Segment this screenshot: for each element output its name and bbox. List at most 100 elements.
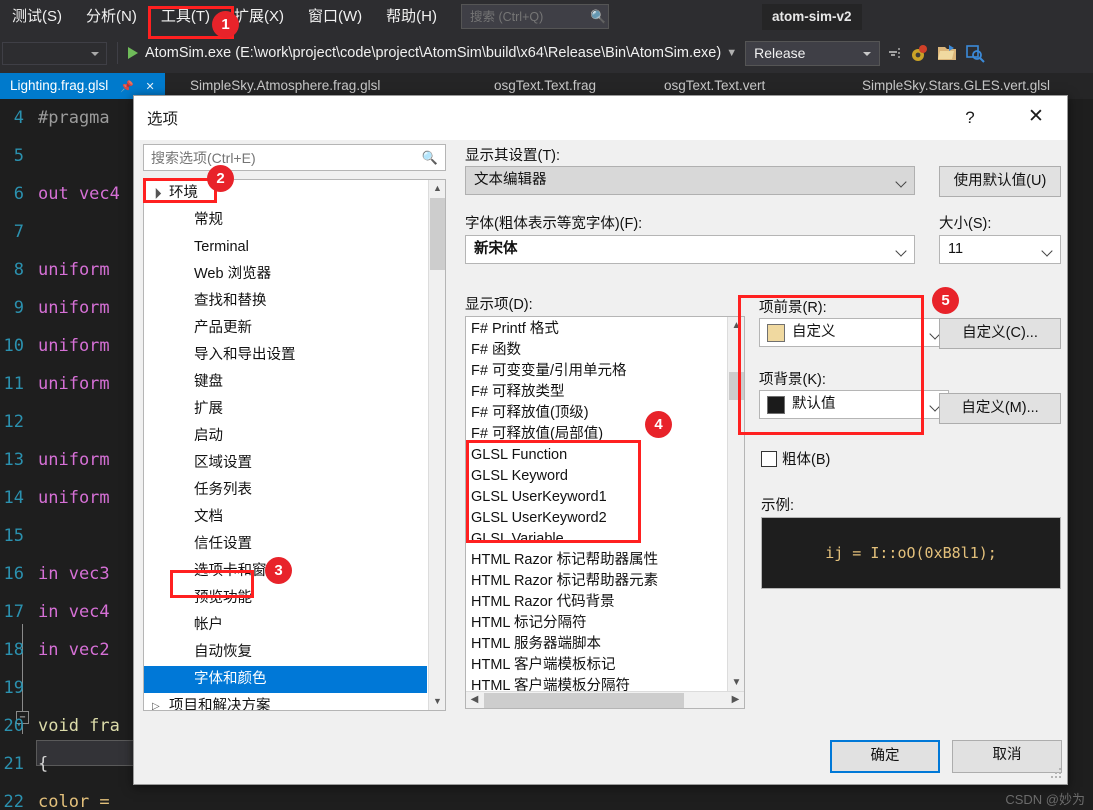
- play-icon[interactable]: [128, 47, 138, 59]
- item-background-combo[interactable]: 默认值: [759, 390, 949, 419]
- display-item[interactable]: F# 可释放类型: [466, 382, 726, 403]
- options-category-tree[interactable]: ◢ 环境 常规 Terminal Web 浏览器查找和替换产品更新 导入和导出设置 键盘 扩展…: [143, 179, 446, 711]
- cancel-button[interactable]: 取消: [952, 740, 1062, 773]
- tree-node-label: 区域设置: [194, 455, 252, 471]
- scroll-down-icon[interactable]: ▼: [429, 693, 445, 710]
- display-items-vscrollbar[interactable]: ▲ ▼: [727, 317, 744, 691]
- resize-grip[interactable]: [1049, 766, 1061, 778]
- scrollbar-thumb[interactable]: [484, 693, 684, 708]
- toolbar-combo[interactable]: [2, 41, 107, 65]
- menu-item-test[interactable]: 测试(S): [0, 0, 74, 33]
- display-item[interactable]: GLSL UserKeyword2: [466, 508, 726, 529]
- tree-node-item[interactable]: Terminal: [144, 234, 427, 261]
- pin-icon[interactable]: 📌: [120, 81, 134, 93]
- item-foreground-value: 自定义: [792, 324, 836, 340]
- show-settings-for-combo[interactable]: 文本编辑器: [465, 166, 915, 195]
- scroll-up-icon[interactable]: ▲: [429, 180, 445, 197]
- tree-node-item[interactable]: 任务列表: [144, 477, 427, 504]
- tree-node-item[interactable]: ◢ 环境: [144, 180, 427, 207]
- use-defaults-button[interactable]: 使用默认值(U): [939, 166, 1061, 197]
- options-search-input[interactable]: [144, 148, 422, 167]
- scroll-left-icon[interactable]: ◀: [466, 692, 483, 708]
- tree-node-item[interactable]: 产品更新: [144, 315, 427, 342]
- run-target-label[interactable]: AtomSim.exe (E:\work\project\code\projec…: [145, 45, 721, 61]
- menu-item-analyze[interactable]: 分析(N): [74, 0, 149, 33]
- tree-node-item[interactable]: 查找和替换: [144, 288, 427, 315]
- display-item[interactable]: HTML 客户端模板标记: [466, 655, 726, 676]
- font-label: 字体(粗体表示等宽字体)(F):: [465, 216, 643, 232]
- annotation-number-2: 2: [207, 165, 234, 192]
- display-item[interactable]: GLSL Function: [466, 445, 726, 466]
- bold-checkbox[interactable]: [761, 450, 777, 467]
- scroll-right-icon[interactable]: ▶: [727, 692, 744, 708]
- toolbar-overflow-icon[interactable]: [886, 42, 902, 64]
- line-number: 5: [13, 146, 24, 166]
- display-item[interactable]: HTML Razor 标记帮助器属性: [466, 550, 726, 571]
- configuration-combo[interactable]: Release: [745, 40, 881, 66]
- display-item[interactable]: GLSL Variable: [466, 529, 726, 550]
- tree-node-item[interactable]: 区域设置: [144, 450, 427, 477]
- chevron-right-icon[interactable]: ▷: [152, 693, 160, 710]
- display-items-list: F# Printf 格式 F# 函数 F# 可变变量/引用单元格 F# 可释放类型 F#…: [466, 319, 726, 708]
- ok-button[interactable]: 确定: [830, 740, 940, 773]
- tree-node-item[interactable]: 预览功能: [144, 585, 427, 612]
- help-icon[interactable]: ?: [955, 104, 985, 132]
- font-combo[interactable]: 新宋体: [465, 235, 915, 264]
- scroll-down-icon[interactable]: ▼: [728, 674, 744, 691]
- item-foreground-combo[interactable]: 自定义: [759, 318, 949, 347]
- scrollbar-thumb[interactable]: [729, 372, 744, 400]
- tree-node-item[interactable]: 扩展: [144, 396, 427, 423]
- scrollbar-thumb[interactable]: [430, 198, 445, 270]
- menu-item-help[interactable]: 帮助(H): [374, 0, 449, 33]
- display-item[interactable]: F# Printf 格式: [466, 319, 726, 340]
- display-item[interactable]: HTML 服务器端脚本: [466, 634, 726, 655]
- line-number: 14: [3, 488, 24, 508]
- tree-node-item[interactable]: ▷ 项目和解决方案: [144, 693, 427, 710]
- annotation-number-4: 4: [645, 411, 672, 438]
- background-custom-button[interactable]: 自定义(M)...: [939, 393, 1061, 424]
- bold-checkbox-row[interactable]: 粗体(B): [761, 448, 830, 469]
- display-item[interactable]: HTML Razor 代码背景: [466, 592, 726, 613]
- display-items-hscrollbar[interactable]: ◀ ▶: [466, 691, 744, 708]
- tree-node-item[interactable]: 信任设置: [144, 531, 427, 558]
- display-item[interactable]: F# 可释放值(局部值): [466, 424, 726, 445]
- quick-launch-input[interactable]: [468, 8, 590, 25]
- tree-node-selected[interactable]: 字体和颜色: [144, 666, 427, 693]
- tree-node-item[interactable]: 帐户: [144, 612, 427, 639]
- display-item[interactable]: HTML Razor 标记帮助器元素: [466, 571, 726, 592]
- chevron-down-icon[interactable]: ◢: [144, 181, 168, 206]
- tree-scrollbar[interactable]: ▲ ▼: [428, 180, 445, 710]
- tree-node-item[interactable]: 启动: [144, 423, 427, 450]
- display-item[interactable]: HTML 标记分隔符: [466, 613, 726, 634]
- quick-launch-search[interactable]: 🔍: [461, 4, 609, 29]
- display-item[interactable]: F# 函数: [466, 340, 726, 361]
- close-icon[interactable]: ✕: [146, 81, 155, 93]
- close-icon[interactable]: ✕: [1015, 104, 1057, 132]
- code-text: out vec4: [38, 184, 120, 204]
- tree-node-item[interactable]: Web 浏览器: [144, 261, 427, 288]
- search-window-icon[interactable]: [964, 42, 986, 64]
- tree-node-item[interactable]: 导入和导出设置: [144, 342, 427, 369]
- display-item[interactable]: GLSL UserKeyword1: [466, 487, 726, 508]
- show-settings-for-value: 文本编辑器: [474, 172, 547, 188]
- display-item[interactable]: F# 可变变量/引用单元格: [466, 361, 726, 382]
- menu-item-tools[interactable]: 工具(T): [149, 0, 222, 33]
- tree-node-item[interactable]: 自动恢复: [144, 639, 427, 666]
- display-items-listbox[interactable]: F# Printf 格式 F# 函数 F# 可变变量/引用单元格 F# 可释放类型 F#…: [465, 316, 745, 709]
- settings-gear-icon[interactable]: [908, 42, 930, 64]
- tree-node-item[interactable]: 常规: [144, 207, 427, 234]
- scroll-up-icon[interactable]: ▲: [728, 317, 744, 334]
- display-item[interactable]: GLSL Keyword: [466, 466, 726, 487]
- chevron-down-icon[interactable]: ▼: [726, 47, 737, 59]
- size-combo[interactable]: 11: [939, 235, 1061, 264]
- open-folder-icon[interactable]: [936, 42, 958, 64]
- tree-node-item[interactable]: 键盘: [144, 369, 427, 396]
- tree-node-label: 查找和替换: [194, 293, 267, 309]
- foreground-custom-button[interactable]: 自定义(C)...: [939, 318, 1061, 349]
- options-search-box[interactable]: 🔍: [143, 144, 446, 171]
- menu-item-window[interactable]: 窗口(W): [296, 0, 374, 33]
- code-text: in vec3: [38, 564, 110, 584]
- line-number: 16: [3, 564, 24, 584]
- tree-node-item[interactable]: 文档: [144, 504, 427, 531]
- display-item[interactable]: F# 可释放值(顶级): [466, 403, 726, 424]
